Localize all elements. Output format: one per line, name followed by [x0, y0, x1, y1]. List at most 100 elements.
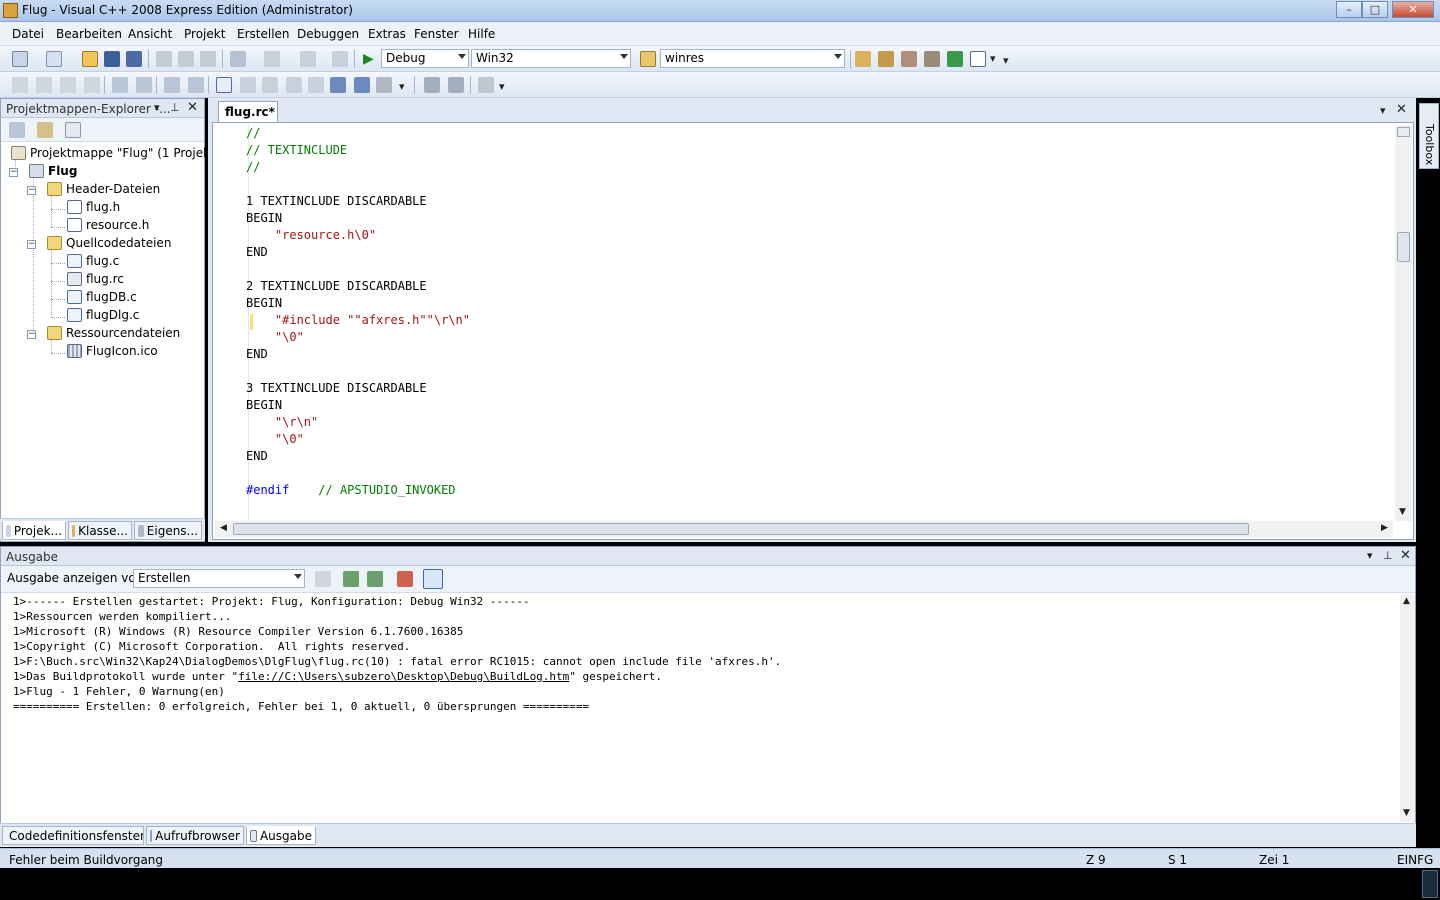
comment-icon[interactable] — [164, 77, 180, 93]
properties-icon[interactable] — [878, 51, 894, 67]
save-all-icon[interactable] — [126, 51, 142, 67]
grid-icon[interactable] — [424, 77, 440, 93]
tree-file-flug-c[interactable]: flug.c — [67, 254, 119, 268]
output-vertical-scrollbar[interactable]: ▲ ▼ — [1400, 594, 1415, 822]
horizontal-scroll-thumb[interactable] — [233, 523, 1249, 535]
toolbox-side-tab[interactable]: Toolbox — [1419, 103, 1439, 169]
menu-datei[interactable]: Datei — [12, 27, 44, 41]
editor-vertical-scrollbar[interactable]: ▼ — [1395, 125, 1412, 521]
toolbar-overflow-icon[interactable]: ▾ — [499, 80, 505, 93]
menu-erstellen[interactable]: Erstellen — [237, 27, 290, 41]
cut-icon[interactable] — [156, 51, 172, 67]
chevron-down-icon[interactable]: ▾ — [990, 52, 996, 65]
tree-file-resource-h[interactable]: resource.h — [67, 218, 149, 232]
menu-extras[interactable]: Extras — [368, 27, 406, 41]
align-right-icon[interactable] — [60, 77, 76, 93]
find-message-icon[interactable] — [315, 571, 331, 587]
tree-folder-ressourcendateien[interactable]: Ressourcendateien — [47, 326, 180, 340]
tab-order-icon[interactable] — [478, 77, 494, 93]
find-in-files-icon[interactable] — [640, 51, 656, 67]
scroll-down-icon[interactable]: ▼ — [1403, 808, 1410, 818]
new-project-icon[interactable] — [12, 51, 28, 67]
paste-icon[interactable] — [200, 51, 216, 67]
previous-bookmark-doc-icon[interactable] — [330, 77, 346, 93]
tab-call-browser[interactable]: Aufrufbrowser — [146, 826, 244, 845]
navigate-forward-icon[interactable] — [332, 51, 348, 67]
save-icon[interactable] — [104, 51, 120, 67]
maximize-button[interactable]: □ — [1362, 1, 1388, 18]
pin-icon[interactable]: ⊥ — [1383, 549, 1393, 562]
pin-icon[interactable]: ⊥ — [170, 101, 180, 114]
configuration-dropdown[interactable]: Debug — [381, 49, 469, 68]
menu-projekt[interactable]: Projekt — [184, 27, 225, 41]
output-text[interactable]: 1>------ Erstellen gestartet: Projekt: F… — [13, 594, 1398, 822]
uncomment-icon[interactable] — [188, 77, 204, 93]
minimize-button[interactable]: – — [1336, 1, 1362, 18]
find-combo[interactable]: winres — [660, 49, 845, 68]
close-button[interactable]: ✕ — [1392, 1, 1434, 18]
code-area[interactable]: // // TEXTINCLUDE // 1 TEXTINCLUDE DISCARDA… — [231, 125, 1391, 523]
tree-file-flugdlg-c[interactable]: flugDlg.c — [67, 308, 139, 322]
next-bookmark-folder-icon[interactable] — [308, 77, 324, 93]
command-window-icon[interactable] — [970, 51, 986, 67]
split-handle[interactable] — [1397, 127, 1410, 137]
collapse-icon[interactable]: − — [27, 330, 36, 339]
solution-explorer-icon[interactable] — [855, 51, 871, 67]
increase-indent-icon[interactable] — [136, 77, 152, 93]
add-item-icon[interactable] — [46, 51, 62, 67]
align-top-icon[interactable] — [84, 77, 100, 93]
next-bookmark-doc-icon[interactable] — [354, 77, 370, 93]
show-all-files-icon[interactable] — [37, 122, 53, 138]
menu-hilfe[interactable]: Hilfe — [468, 27, 495, 41]
refresh-icon[interactable] — [65, 122, 81, 138]
close-icon[interactable]: ✕ — [187, 100, 198, 115]
tree-file-flug-h[interactable]: flug.h — [67, 200, 120, 214]
scroll-down-icon[interactable]: ▼ — [1399, 507, 1406, 517]
tab-code-definition[interactable]: Codedefinitionsfenster — [2, 826, 144, 845]
start-debugging-icon[interactable]: ▶ — [363, 51, 374, 67]
editor-horizontal-scrollbar[interactable]: ◀ ▶ — [215, 521, 1393, 537]
clear-all-icon[interactable] — [397, 571, 413, 587]
vertical-scroll-thumb[interactable] — [1397, 232, 1410, 262]
toolbar-overflow-icon[interactable]: ▾ — [399, 80, 405, 93]
menu-fenster[interactable]: Fenster — [414, 27, 459, 41]
test-dialog-icon[interactable] — [12, 77, 28, 93]
tree-solution[interactable]: Projektmappe "Flug" (1 Projekt) — [11, 146, 219, 160]
previous-message-icon[interactable] — [343, 571, 359, 587]
toolbox-icon[interactable] — [924, 51, 940, 67]
collapse-icon[interactable]: − — [27, 186, 36, 195]
previous-bookmark-icon[interactable] — [240, 77, 256, 93]
navigate-back-icon[interactable] — [300, 51, 316, 67]
menu-ansicht[interactable]: Ansicht — [128, 27, 172, 41]
tab-properties[interactable]: Eigens... — [134, 521, 202, 540]
object-browser-icon[interactable] — [901, 51, 917, 67]
tree-file-flugdb-c[interactable]: flugDB.c — [67, 290, 137, 304]
redo-icon[interactable] — [264, 51, 280, 67]
tree-folder-header-dateien[interactable]: Header-Dateien — [47, 182, 160, 196]
scroll-right-icon[interactable]: ▶ — [1381, 523, 1388, 533]
scroll-left-icon[interactable]: ◀ — [220, 523, 227, 533]
tree-file-flug-rc[interactable]: flug.rc — [67, 272, 124, 286]
start-page-icon[interactable] — [947, 51, 963, 67]
scroll-up-icon[interactable]: ▲ — [1403, 596, 1410, 606]
properties-icon[interactable] — [9, 122, 25, 138]
tree-folder-quellcodedateien[interactable]: Quellcodedateien — [47, 236, 171, 250]
collapse-icon[interactable]: − — [9, 168, 18, 177]
show-desktop-button[interactable] — [1422, 870, 1438, 898]
next-message-icon[interactable] — [367, 571, 383, 587]
tab-solution-explorer[interactable]: Projek... — [2, 521, 66, 540]
menu-debuggen[interactable]: Debuggen — [297, 27, 359, 41]
tab-output[interactable]: Ausgabe — [246, 826, 316, 845]
open-file-icon[interactable] — [82, 51, 98, 67]
toolbar-overflow-icon[interactable]: ▾ — [1003, 54, 1009, 67]
chevron-down-icon[interactable]: ▾ — [1380, 104, 1386, 117]
document-tab-flug-rc[interactable]: flug.rc* — [218, 101, 278, 122]
chevron-down-icon[interactable]: ▾ — [1367, 549, 1373, 562]
clear-bookmarks-icon[interactable] — [376, 77, 392, 93]
close-icon[interactable]: ✕ — [1400, 548, 1411, 563]
previous-bookmark-folder-icon[interactable] — [286, 77, 302, 93]
menu-bearbeiten[interactable]: Bearbeiten — [56, 27, 122, 41]
next-bookmark-icon[interactable] — [262, 77, 278, 93]
align-left-icon[interactable] — [36, 77, 52, 93]
output-source-dropdown[interactable]: Erstellen — [133, 569, 305, 588]
